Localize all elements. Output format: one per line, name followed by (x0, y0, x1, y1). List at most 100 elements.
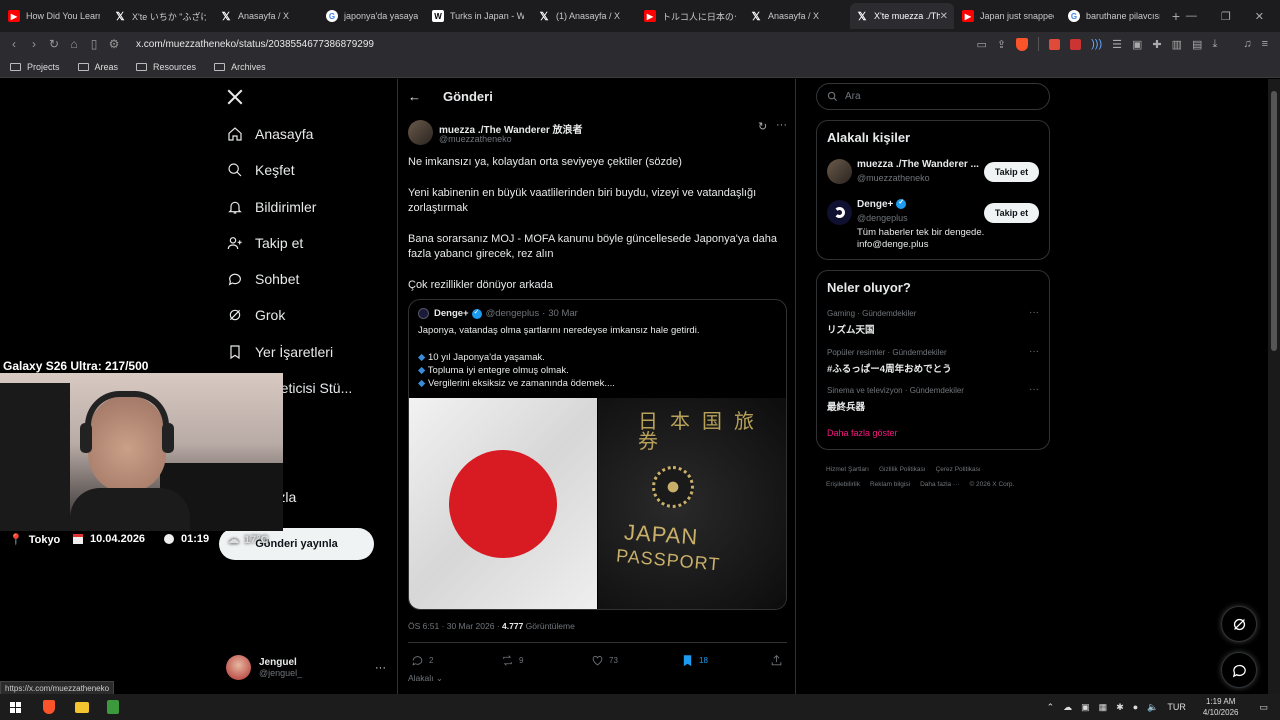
bookmark-button[interactable]: 18 (681, 654, 708, 667)
author-avatar[interactable] (408, 120, 433, 145)
sidebar-item-home[interactable]: Anasayfa (226, 123, 313, 145)
more-options-icon[interactable]: ··· (776, 119, 787, 131)
page-scrollbar[interactable] (1268, 79, 1280, 694)
bluetooth-icon[interactable]: ✱ (1116, 702, 1124, 713)
extension-audio-icon[interactable]: ))) (1091, 38, 1102, 50)
reply-button[interactable]: 2 (411, 654, 433, 667)
search-box[interactable]: Ara (816, 83, 1050, 110)
extension-badge-icon[interactable] (1070, 38, 1082, 50)
browser-tab[interactable]: 𝕏 X'te muezza ./Th ✕ (850, 3, 954, 29)
browser-tab[interactable]: Gjaponya'da yasayan (320, 3, 424, 29)
messages-fab[interactable] (1221, 652, 1257, 688)
download-icon[interactable]: ⤓ (1212, 38, 1217, 51)
sidebar-toggle-icon[interactable]: ▯ (84, 37, 104, 51)
sidebar-item-bell[interactable]: Bildirimler (226, 196, 316, 218)
passport-image[interactable]: 日本国旅券 JAPAN PASSPORT (598, 398, 786, 609)
url-field[interactable]: x.com/muezzatheneko/status/2038554677386… (136, 39, 374, 50)
repost-button[interactable]: 9 (501, 654, 523, 667)
bookmark-folder[interactable]: Areas (77, 62, 118, 72)
browser-tab[interactable]: Gbaruthane pilavcısı (1062, 3, 1166, 29)
sidebar-item-grok[interactable]: Grok (226, 304, 285, 326)
browser-tab[interactable]: 𝕏 Anasayfa / X (214, 3, 318, 29)
trend-more-icon[interactable]: ··· (1029, 346, 1039, 357)
back-arrow-icon[interactable]: ← (408, 89, 421, 104)
x-logo[interactable] (226, 88, 244, 111)
footer-link[interactable]: Çerez Politikası (936, 466, 981, 473)
grok-explain-icon[interactable]: ↻ (758, 120, 767, 133)
trend-more-icon[interactable]: ··· (1029, 384, 1039, 395)
notification-icon[interactable]: ▭ (1259, 702, 1268, 713)
media-icon[interactable]: ♫ (1243, 38, 1251, 50)
extensions-puzzle-icon[interactable]: ✚ (1152, 38, 1161, 51)
footer-link[interactable]: © 2026 X Corp. (969, 481, 1014, 488)
bookmark-folder[interactable]: Projects (10, 62, 60, 72)
grok-fab[interactable] (1221, 606, 1257, 642)
tray-app-icon[interactable]: ▦ (1099, 702, 1108, 713)
follow-button[interactable]: Takip et (984, 203, 1039, 223)
quoted-post[interactable]: Denge+ @dengeplus · 30 Mar Japonya, vata… (408, 299, 787, 610)
sidebar-item-search[interactable]: Keşfet (226, 159, 295, 181)
footer-link[interactable]: Hizmet Şartları (826, 466, 869, 473)
mic-icon[interactable]: ● (1133, 702, 1138, 712)
close-window-icon[interactable]: ✕ (1255, 10, 1264, 23)
person-name-row[interactable]: Denge+ (857, 198, 907, 210)
trend-item[interactable]: Gaming · Gündemdekiler リズム天国 (827, 309, 916, 336)
scrollbar-thumb[interactable] (1271, 91, 1277, 351)
browser-tab[interactable]: W Turks in Japan - Wiki (426, 3, 530, 29)
account-switcher[interactable]: Jenguel @jenguel_ ··· (226, 655, 386, 680)
person-avatar[interactable] (827, 200, 852, 225)
brave-taskbar-icon[interactable] (43, 700, 55, 714)
browser-tab[interactable]: ▶ トルコ人に日本のクル (638, 3, 742, 29)
show-more-link[interactable]: Daha fazla göster (827, 428, 898, 438)
browser-tab[interactable]: 𝕏 Anasayfa / X (744, 3, 848, 29)
bookmark-folder[interactable]: Resources (136, 62, 196, 72)
extension-red-icon[interactable] (1049, 38, 1061, 50)
site-info-icon[interactable]: ⚙ (104, 37, 124, 51)
trend-item[interactable]: Popüler resimler · Gündemdekiler #ふるっぱー4周… (827, 348, 952, 375)
person-avatar[interactable] (827, 159, 852, 184)
reload-icon[interactable]: ↻ (44, 37, 64, 51)
close-tab-icon[interactable]: ✕ (940, 11, 948, 22)
forward-icon[interactable]: › (24, 37, 44, 51)
sidebar-item-bookmark[interactable]: Yer İşaretleri (226, 341, 333, 363)
volume-icon[interactable]: 🔈 (1147, 702, 1158, 713)
sidebar-item-add-user[interactable]: Takip et (226, 232, 303, 254)
sidebar-panel-icon[interactable]: ▥ (1172, 38, 1182, 51)
app-taskbar-icon[interactable] (107, 700, 119, 714)
trend-item[interactable]: Sinema ve televizyon · Gündemdekiler 最終兵器 (827, 386, 964, 413)
author-handle[interactable]: @muezzatheneko (439, 134, 512, 144)
related-sort-dropdown[interactable]: Alakalı ⌄ (408, 673, 443, 684)
footer-link[interactable]: Reklam bilgisi (870, 481, 910, 488)
home-browser-icon[interactable]: ⌂ (64, 37, 84, 51)
share-icon[interactable]: ⇪ (997, 38, 1006, 51)
browser-tab[interactable]: ▶ Japan just snapped (956, 3, 1060, 29)
browser-tab[interactable]: ▶ How Did You Learn (2, 3, 106, 29)
share-post-button[interactable] (770, 654, 788, 667)
extension-list-icon[interactable]: ☰ (1112, 38, 1122, 51)
wallet-icon[interactable]: ▤ (1192, 38, 1202, 51)
network-icon[interactable]: ▣ (1081, 702, 1090, 713)
back-icon[interactable]: ‹ (4, 37, 24, 51)
onedrive-icon[interactable]: ☁ (1063, 702, 1072, 713)
cast-icon[interactable]: ▭ (977, 38, 987, 51)
new-tab-button[interactable]: + (1166, 8, 1186, 24)
bookmark-folder[interactable]: Archives (214, 62, 266, 72)
tray-chevron-icon[interactable]: ⌃ (1047, 702, 1055, 713)
file-explorer-icon[interactable] (75, 701, 89, 713)
trend-more-icon[interactable]: ··· (1029, 307, 1039, 318)
sidebar-item-chat[interactable]: Sohbet (226, 268, 299, 290)
browser-tab[interactable]: 𝕏 X'te いちか "ふざけん... (108, 3, 212, 29)
language-indicator[interactable]: TUR (1167, 702, 1186, 712)
person-name[interactable]: muezza ./The Wanderer ... (857, 159, 979, 170)
footer-link[interactable]: Erişilebilirlik (826, 481, 860, 488)
footer-link[interactable]: Daha fazla ··· (920, 481, 959, 488)
footer-link[interactable]: Gizlilik Politikası (879, 466, 926, 473)
menu-icon[interactable]: ≡ (1262, 38, 1268, 50)
japan-flag-image[interactable] (409, 398, 597, 609)
taskbar-clock[interactable]: 1:19 AM 4/10/2026 (1203, 696, 1239, 718)
windows-start-icon[interactable] (10, 701, 21, 713)
like-button[interactable]: 73 (591, 654, 618, 667)
browser-tab[interactable]: 𝕏 (1) Anasayfa / X (532, 3, 636, 29)
extension-tab-icon[interactable]: ▣ (1132, 38, 1142, 51)
brave-shield-icon[interactable] (1016, 37, 1029, 51)
